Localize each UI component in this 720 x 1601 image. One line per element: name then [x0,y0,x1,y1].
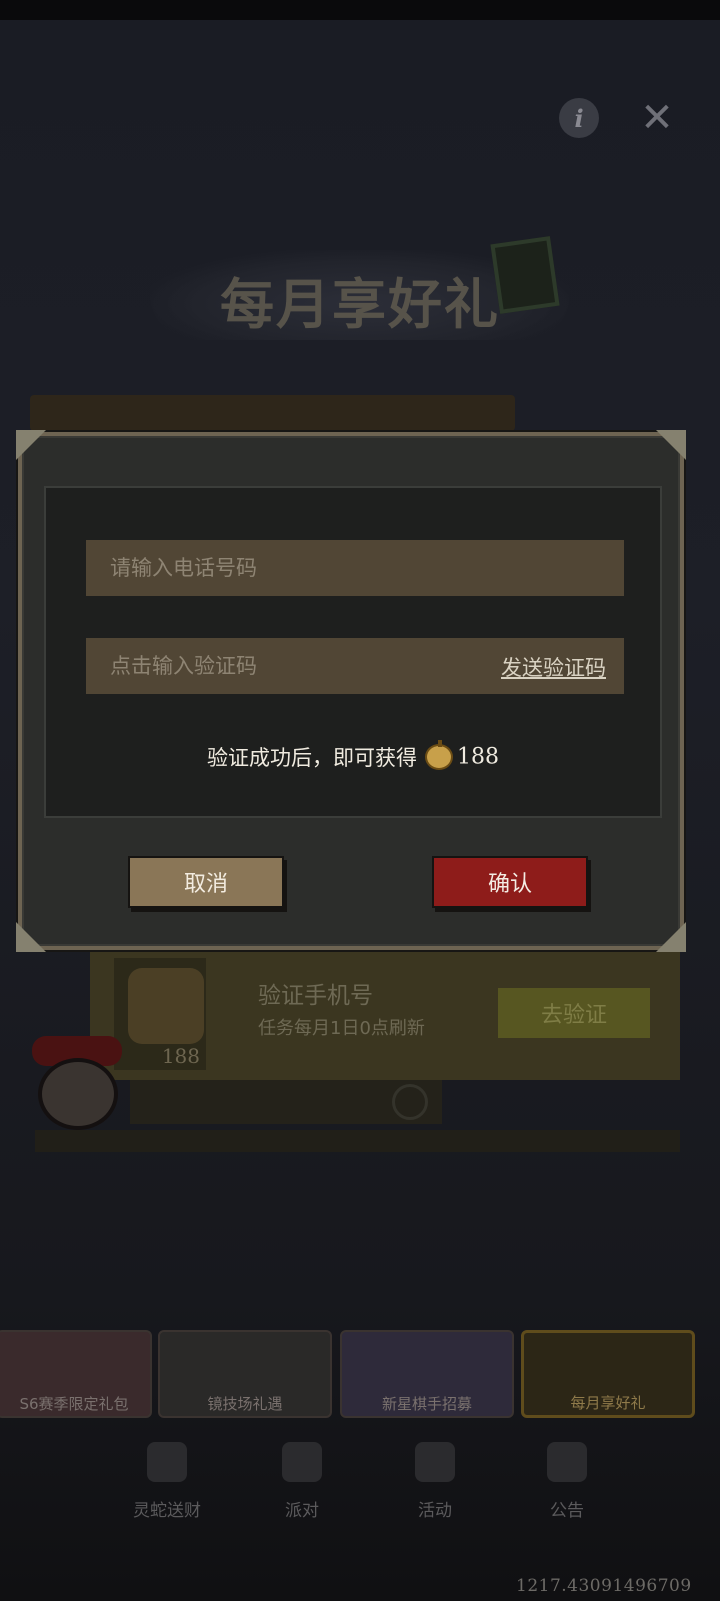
bottom-nav: 灵蛇送财 派对 活动 公告 [0,1430,720,1530]
nav-item-party[interactable]: 派对 [257,1436,347,1526]
banner: 每月享好礼 [150,230,570,340]
card-base-strip [35,1130,680,1152]
phone-strip [130,1080,442,1124]
verify-phone-dialog: 发送验证码 验证成功后，即可获得 188 取消 确认 [16,430,686,952]
tab-label: S6赛季限定礼包 [19,1395,129,1413]
nav-label: 公告 [550,1501,584,1521]
party-popper-icon [415,1442,455,1482]
pumpkin-coin-icon [425,740,453,770]
reward-amount: 188 [457,744,499,770]
confirm-button[interactable]: 确认 [432,856,588,908]
corner-ornament [656,922,686,952]
nav-item-snake[interactable]: 灵蛇送财 [122,1436,212,1526]
send-code-link[interactable]: 发送验证码 [501,652,606,682]
reward-line: 验证成功后，即可获得 188 [46,740,660,772]
tab-label: 镜技场礼遇 [207,1395,283,1413]
nav-label: 活动 [418,1501,452,1521]
task-card: 188 验证手机号 任务每月1日0点刷新 去验证 [90,948,680,1080]
phone-input[interactable] [86,540,624,596]
task-subtitle: 任务每月1日0点刷新 [258,1018,425,1039]
nav-label: 灵蛇送财 [133,1501,201,1521]
nav-label: 派对 [285,1501,319,1521]
cake-icon [282,1442,322,1482]
notice-icon [547,1442,587,1482]
info-icon[interactable]: i [559,98,599,138]
activity-tabs: S6赛季限定礼包 镜技场礼遇 新星棋手招募 每月享好礼 [0,1330,720,1420]
corner-ornament [656,430,686,460]
corner-ornament [16,430,46,460]
pumpkin-token-icon [128,968,204,1044]
tab-label: 新星棋手招募 [381,1395,472,1413]
screen: i ✕ 每月享好礼 188 验证手机号 任务每月1日0点刷新 去验证 S6赛季限… [0,0,720,1601]
dialog-panel: 发送验证码 验证成功后，即可获得 188 [44,486,662,818]
task-title: 验证手机号 [258,983,373,1009]
phone-icon [392,1084,428,1120]
tab-season-pack[interactable]: S6赛季限定礼包 [0,1330,152,1418]
coordinate-readout: 1217.43091496709 [516,1576,692,1596]
token-amount: 188 [161,1044,200,1068]
tab-arena-gift[interactable]: 镜技场礼遇 [158,1330,332,1418]
mascot-avatar [26,1036,130,1132]
mascot-face [38,1058,118,1130]
nav-item-activity[interactable]: 活动 [390,1436,480,1526]
snake-icon [147,1442,187,1482]
ribbon-decoration [30,395,515,431]
cancel-button[interactable]: 取消 [128,856,284,908]
tab-new-player[interactable]: 新星棋手招募 [340,1330,514,1418]
tab-label: 每月享好礼 [570,1394,646,1412]
reward-text: 验证成功后，即可获得 [207,746,417,770]
code-field: 发送验证码 [86,638,624,694]
phone-field [86,540,624,596]
corner-ornament [16,922,46,952]
close-icon[interactable]: ✕ [637,95,677,141]
banner-title: 每月享好礼 [220,272,500,336]
verify-button[interactable]: 去验证 [498,988,650,1038]
tab-monthly-gift[interactable]: 每月享好礼 [521,1330,695,1418]
nav-item-notice[interactable]: 公告 [522,1436,612,1526]
